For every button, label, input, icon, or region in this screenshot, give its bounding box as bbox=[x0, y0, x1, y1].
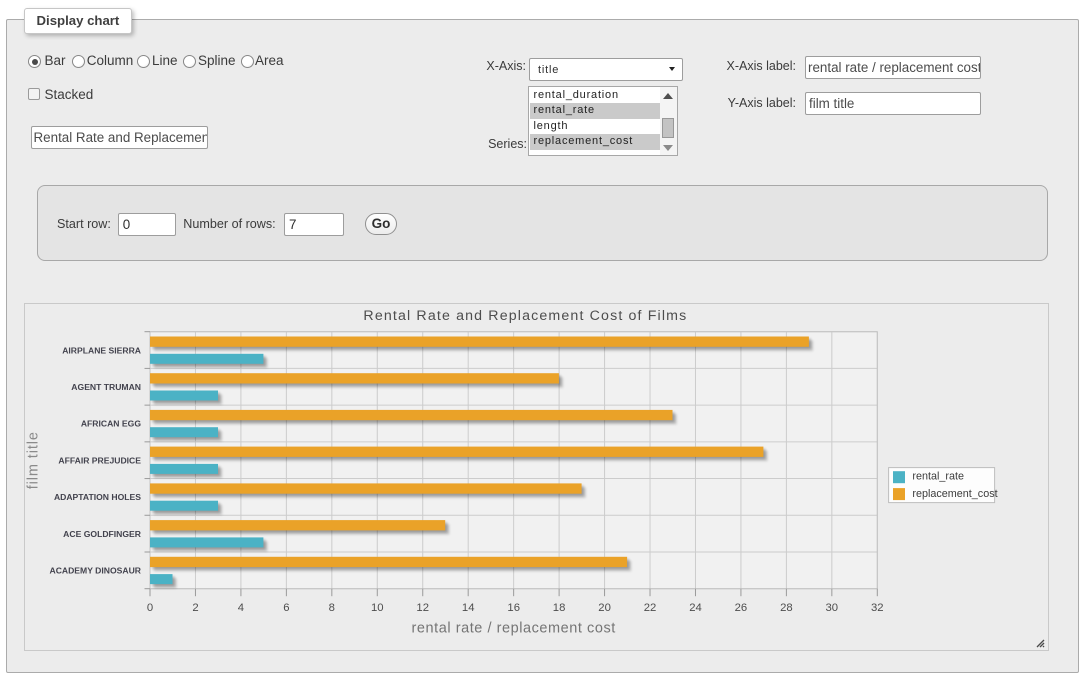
svg-text:18: 18 bbox=[553, 602, 566, 614]
svg-text:26: 26 bbox=[735, 602, 748, 614]
svg-text:Rental Rate and Replacement Co: Rental Rate and Replacement Cost of Film… bbox=[364, 308, 688, 324]
svg-text:0: 0 bbox=[147, 602, 153, 614]
svg-text:AGENT TRUMAN: AGENT TRUMAN bbox=[72, 382, 142, 392]
svg-text:12: 12 bbox=[417, 602, 430, 614]
svg-text:32: 32 bbox=[871, 602, 884, 614]
svg-text:AIRPLANE SIERRA: AIRPLANE SIERRA bbox=[63, 346, 142, 356]
svg-text:22: 22 bbox=[644, 602, 657, 614]
svg-text:film title: film title bbox=[26, 432, 42, 490]
svg-text:rental_rate: rental_rate bbox=[913, 471, 965, 483]
svg-text:30: 30 bbox=[826, 602, 839, 614]
svg-text:rental rate / replacement cost: rental rate / replacement cost bbox=[412, 621, 616, 637]
svg-text:8: 8 bbox=[329, 602, 335, 614]
svg-text:28: 28 bbox=[781, 602, 794, 614]
svg-text:AFRICAN EGG: AFRICAN EGG bbox=[81, 419, 141, 429]
svg-text:24: 24 bbox=[690, 602, 703, 614]
svg-text:20: 20 bbox=[599, 602, 612, 614]
svg-text:replacement_cost: replacement_cost bbox=[913, 488, 998, 500]
svg-text:6: 6 bbox=[284, 602, 290, 614]
svg-text:4: 4 bbox=[238, 602, 244, 614]
svg-text:2: 2 bbox=[193, 602, 199, 614]
svg-text:AFFAIR PREJUDICE: AFFAIR PREJUDICE bbox=[59, 456, 142, 466]
svg-text:ACE GOLDFINGER: ACE GOLDFINGER bbox=[64, 529, 143, 539]
svg-text:10: 10 bbox=[371, 602, 384, 614]
svg-text:14: 14 bbox=[462, 602, 475, 614]
svg-text:16: 16 bbox=[508, 602, 521, 614]
svg-text:ACADEMY DINOSAUR: ACADEMY DINOSAUR bbox=[50, 566, 142, 576]
svg-text:ADAPTATION HOLES: ADAPTATION HOLES bbox=[54, 492, 141, 502]
